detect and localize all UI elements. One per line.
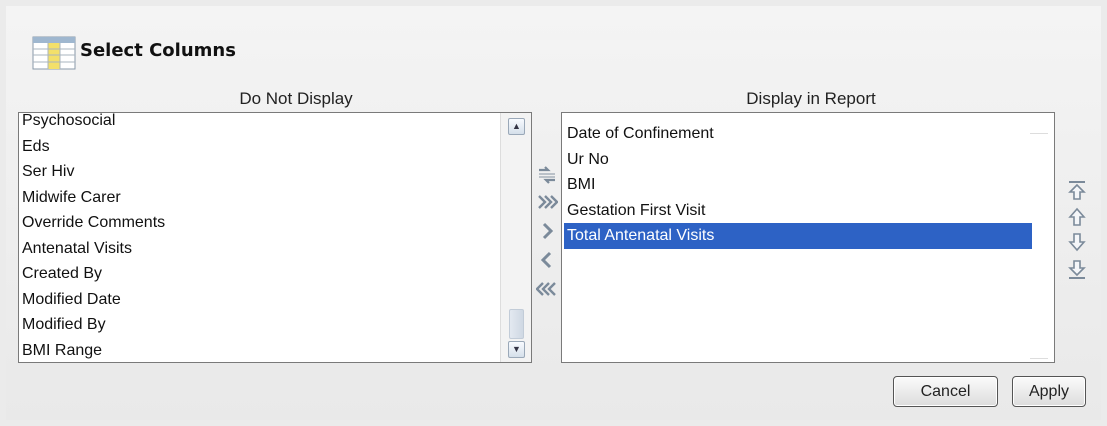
list-item[interactable]: Eds — [19, 134, 501, 160]
list-item[interactable]: Total Antenatal Visits — [564, 223, 1032, 249]
list-item[interactable]: Modified Date — [19, 287, 501, 313]
list-item[interactable]: BMI — [564, 172, 1032, 198]
move-up-icon[interactable] — [1066, 206, 1088, 228]
table-columns-icon — [32, 36, 76, 70]
move-bottom-icon[interactable] — [1066, 258, 1088, 280]
select-columns-dialog: Select Columns Do Not Display Psychosoci… — [6, 6, 1101, 420]
list-item[interactable]: Created By — [19, 261, 501, 287]
move-all-left-icon[interactable] — [536, 278, 558, 300]
report-columns-header: Display in Report — [746, 89, 876, 108]
report-columns-list[interactable]: Date of Confinement Ur No BMI Gestation Fir… — [561, 112, 1055, 363]
available-columns-list[interactable]: Psychosocial Eds Ser Hiv Midwife Carer Overr… — [18, 112, 532, 363]
list-item[interactable]: Psychosocial — [19, 113, 501, 134]
list-item[interactable]: Override Comments — [19, 210, 501, 236]
available-columns-header: Do Not Display — [239, 89, 353, 108]
list-item[interactable]: BMI Range — [19, 338, 501, 363]
move-right-icon[interactable] — [536, 220, 558, 242]
list-item[interactable]: Ser Hiv — [19, 159, 501, 185]
dialog-title: Select Columns — [80, 40, 236, 61]
scroll-thumb[interactable] — [509, 309, 524, 339]
move-left-icon[interactable] — [536, 249, 558, 271]
list-item[interactable]: Midwife Carer — [19, 185, 501, 211]
move-down-icon[interactable] — [1066, 231, 1088, 253]
list-item[interactable]: Date of Confinement — [564, 121, 1032, 147]
list-item[interactable]: Gestation First Visit — [564, 198, 1032, 224]
list-item[interactable]: Antenatal Visits — [19, 236, 501, 262]
scroll-down-icon[interactable]: ▼ — [508, 341, 525, 358]
move-all-right-icon[interactable] — [536, 191, 558, 213]
apply-button[interactable]: Apply — [1012, 376, 1086, 407]
move-top-icon[interactable] — [1066, 180, 1088, 202]
scroll-up-icon[interactable]: ▲ — [508, 118, 525, 135]
list-item[interactable]: Ur No — [564, 147, 1032, 173]
available-list-scrollbar[interactable]: ▲ ▼ — [500, 113, 531, 362]
list-item[interactable]: Modified By — [19, 312, 501, 338]
cancel-button[interactable]: Cancel — [893, 376, 998, 407]
swap-all-icon[interactable] — [536, 164, 558, 186]
